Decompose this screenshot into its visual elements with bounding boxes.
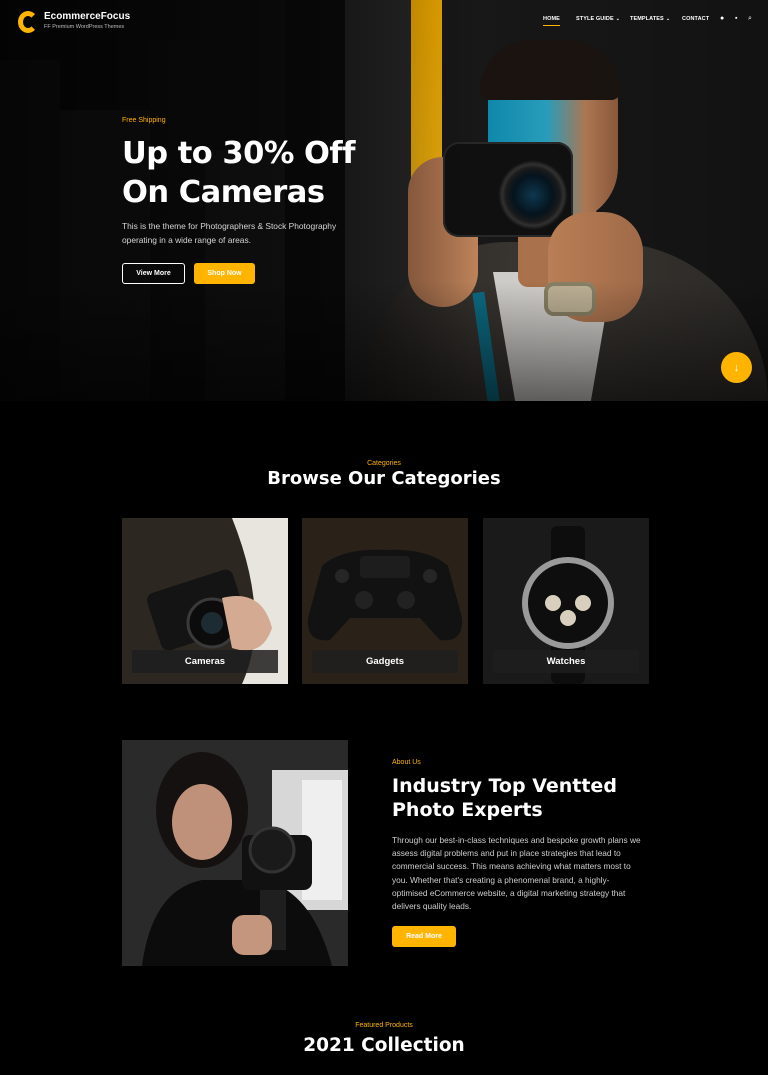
site-header: EcommerceFocus FF Premium WordPress Them… [0,0,768,44]
scroll-down-button[interactable]: ↓ [721,352,752,383]
nav-item-label: STYLE GUIDE [576,16,614,22]
read-more-button[interactable]: Read More [392,926,456,947]
cart-icon[interactable]: ▪ [735,15,737,22]
category-card-cameras[interactable]: Cameras [122,518,288,684]
hero-section: Free Shipping Up to 30% Off On Cameras T… [0,0,768,401]
about-eyebrow: About Us [392,759,421,766]
category-label: Cameras [132,650,278,673]
category-label: Watches [493,650,639,673]
category-card-gadgets[interactable]: Gadgets [302,518,468,684]
about-title: Industry Top Ventted Photo Experts [392,774,652,822]
brand-name[interactable]: EcommerceFocus [44,11,130,22]
about-description: Through our best-in-class techniques and… [392,835,641,912]
hero-description: This is the theme for Photographers & St… [122,221,337,245]
hero-title-line-2: On Cameras [122,175,325,210]
nav-item-label: TEMPLATES [630,16,664,22]
search-icon[interactable]: ⌕ [748,15,752,23]
categories-eyebrow: Categories [367,460,401,467]
chevron-down-icon: ⌄ [665,16,671,22]
hero-bottom-fade [0,281,768,401]
chevron-down-icon: ⌄ [615,16,621,22]
shop-now-button[interactable]: Shop Now [194,263,255,284]
brand-tagline: FF Premium WordPress Themes [44,24,125,30]
photographer-portrait [122,740,348,966]
about-title-line-2: Photo Experts [392,799,543,821]
categories-title: Browse Our Categories [267,468,501,489]
featured-eyebrow: Featured Products [355,1022,413,1029]
about-image [122,740,348,966]
logo-icon[interactable] [18,11,38,33]
hero-title-line-1: Up to 30% Off [122,136,355,171]
category-label: Gadgets [312,650,458,673]
nav-item-templates[interactable]: TEMPLATES ⌄ [630,16,670,22]
nav-item-contact[interactable]: CONTACT [682,16,709,22]
nav-item-style-guide[interactable]: STYLE GUIDE ⌄ [576,16,620,22]
arrow-down-icon: ↓ [733,361,740,374]
hero-eyebrow: Free Shipping [122,117,166,124]
nav-item-home[interactable]: HOME [543,16,560,26]
category-card-watches[interactable]: Watches [483,518,649,684]
hero-title: Up to 30% Off On Cameras [122,134,442,212]
about-title-line-1: Industry Top Ventted [392,775,617,797]
view-more-button[interactable]: View More [122,263,185,284]
featured-title: 2021 Collection [303,1035,465,1056]
user-icon[interactable]: ● [720,15,724,22]
